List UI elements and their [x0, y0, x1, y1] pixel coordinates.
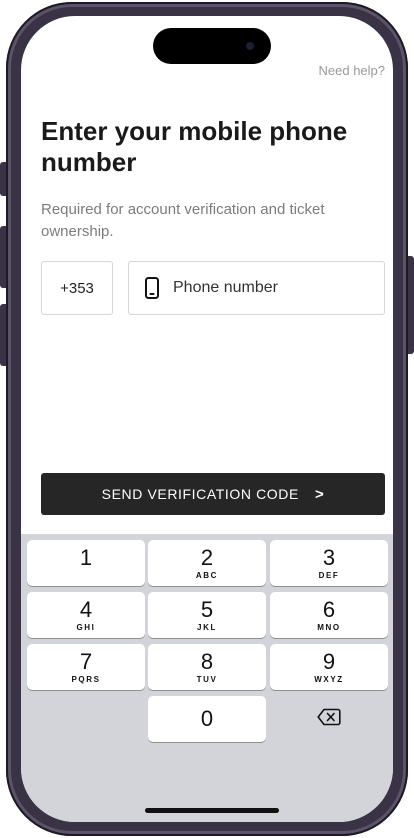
key-2[interactable]: 2 ABC	[148, 540, 266, 586]
page-title: Enter your mobile phone number	[41, 116, 348, 177]
key-9[interactable]: 9 WXYZ	[270, 644, 388, 690]
key-3[interactable]: 3 DEF	[270, 540, 388, 586]
key-letters: GHI	[76, 622, 96, 632]
key-letters: DEF	[318, 570, 340, 580]
key-1[interactable]: 1	[27, 540, 145, 586]
key-digit: 3	[322, 544, 336, 570]
key-digit: 6	[322, 596, 336, 622]
dynamic-island	[153, 28, 271, 64]
volume-up-button	[0, 226, 6, 288]
send-button-label: SEND VERIFICATION CODE	[101, 486, 299, 502]
key-digit: 1	[79, 544, 93, 570]
action-button	[0, 162, 6, 196]
power-button	[408, 256, 414, 354]
key-digit: 9	[322, 648, 336, 674]
key-5[interactable]: 5 JKL	[148, 592, 266, 638]
chevron-right-icon: >	[314, 485, 325, 503]
key-0[interactable]: 0	[148, 696, 266, 742]
key-letters: TUV	[196, 674, 218, 684]
key-letters: ABC	[195, 570, 219, 580]
backspace-icon	[317, 708, 341, 731]
phone-number-field[interactable]	[128, 261, 385, 315]
key-letters: JKL	[197, 622, 217, 632]
home-indicator[interactable]	[145, 808, 279, 813]
camera-icon	[246, 42, 254, 50]
delete-key[interactable]	[270, 696, 388, 742]
screen: Need help? Enter your mobile phone numbe…	[21, 16, 393, 822]
key-4[interactable]: 4 GHI	[27, 592, 145, 638]
key-digit: 5	[200, 596, 214, 622]
phone-number-input[interactable]	[173, 279, 363, 297]
country-code-value: +353	[60, 279, 94, 297]
key-letters: WXYZ	[314, 674, 344, 684]
page-subtitle: Required for account verification and ti…	[41, 201, 325, 240]
send-verification-code-button[interactable]: SEND VERIFICATION CODE >	[41, 473, 385, 515]
need-help-link[interactable]: Need help?	[319, 63, 386, 78]
key-digit: 2	[200, 544, 214, 570]
key-6[interactable]: 6 MNO	[270, 592, 388, 638]
key-letters: MNO	[317, 622, 341, 632]
numeric-keypad: 1 2 ABC 3 DEF 4 GHI 5 JKL 6 MNO 7 PQRS 8	[21, 534, 393, 822]
key-8[interactable]: 8 TUV	[148, 644, 266, 690]
key-digit: 7	[79, 648, 93, 674]
key-digit: 4	[79, 596, 93, 622]
key-digit: 0	[200, 706, 214, 731]
volume-down-button	[0, 304, 6, 366]
country-code-selector[interactable]: +353	[41, 261, 113, 315]
key-7[interactable]: 7 PQRS	[27, 644, 145, 690]
key-digit: 8	[200, 648, 214, 674]
mobile-phone-icon	[145, 277, 159, 299]
key-letters: PQRS	[71, 674, 101, 684]
